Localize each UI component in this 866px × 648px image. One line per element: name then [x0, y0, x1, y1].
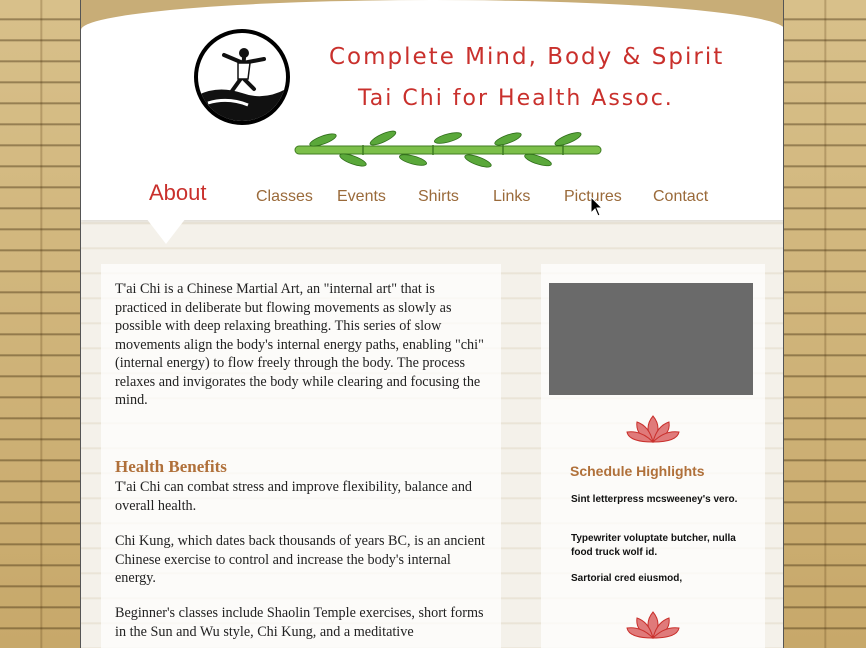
health-benefits-heading: Health Benefits — [115, 457, 227, 476]
nav-contact[interactable]: Contact — [653, 188, 708, 206]
site-title-line2: Tai Chi for Health Assoc. — [358, 86, 674, 111]
health-paragraph-2: Chi Kung, which dates back thousands of … — [115, 533, 485, 586]
sidebar: Schedule Highlights Sint letterpress mcs… — [541, 264, 765, 648]
main-nav: About Classes Events Shirts Links Pictur… — [81, 180, 783, 220]
tai-chi-figure-logo-icon[interactable] — [194, 29, 290, 125]
intro-paragraph: T'ai Chi is a Chinese Martial Art, an "i… — [115, 281, 484, 408]
video-placeholder[interactable] — [549, 283, 753, 395]
main-content: T'ai Chi is a Chinese Martial Art, an "i… — [101, 264, 501, 648]
bamboo-branch-icon — [293, 128, 603, 176]
schedule-highlights-heading: Schedule Highlights — [570, 463, 705, 479]
schedule-item: Sartorial cred eiusmod, — [571, 573, 683, 584]
page-container: Complete Mind, Body & Spirit Tai Chi for… — [80, 0, 784, 648]
nav-events[interactable]: Events — [337, 188, 386, 206]
nav-classes[interactable]: Classes — [256, 188, 313, 206]
active-nav-pointer — [146, 218, 186, 244]
bamboo-background-right — [784, 0, 866, 648]
health-paragraph-3: Beginner's classes include Shaolin Templ… — [115, 605, 484, 640]
schedule-item: Typewriter voluptate butcher, nulla food… — [571, 533, 736, 558]
nav-about[interactable]: About — [149, 180, 207, 206]
site-title-line1: Complete Mind, Body & Spirit — [329, 44, 725, 70]
lotus-flower-icon — [625, 610, 681, 644]
lotus-flower-icon — [625, 414, 681, 448]
nav-shirts[interactable]: Shirts — [418, 188, 459, 206]
mouse-cursor-icon — [590, 195, 604, 222]
schedule-item: Sint letterpress mcsweeney's vero. — [571, 494, 738, 505]
health-paragraph-1: T'ai Chi can combat stress and improve f… — [115, 479, 473, 514]
nav-links[interactable]: Links — [493, 188, 530, 206]
bamboo-background-left — [0, 0, 80, 648]
